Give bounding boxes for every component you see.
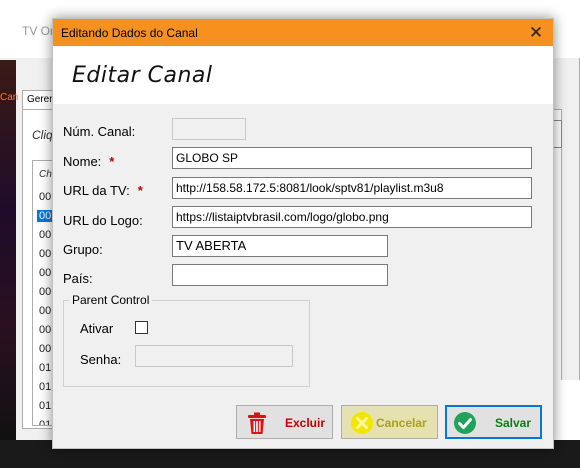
logo-url-label: URL do Logo:	[63, 213, 143, 228]
background-list-item[interactable]: 00	[39, 324, 51, 336]
background-list-item[interactable]: 01	[39, 419, 51, 425]
password-field	[135, 345, 293, 367]
cancel-button-label: Cancelar	[376, 416, 427, 430]
name-label-text: Nome:	[63, 154, 102, 169]
background-list-item[interactable]: 01	[39, 381, 51, 393]
close-icon: ✕	[528, 23, 544, 42]
group-input[interactable]: TV ABERTA	[172, 235, 388, 257]
tv-url-input[interactable]: http://158.58.172.5:8081/look/sptv81/pla…	[172, 177, 532, 199]
parent-control-legend: Parent Control	[69, 293, 153, 307]
background-list-item[interactable]: 00	[39, 305, 51, 317]
tv-url-label-text: URL da TV:	[63, 183, 130, 198]
cancel-icon	[351, 412, 373, 434]
background-list-item[interactable]: 01	[39, 400, 51, 412]
cancel-button[interactable]: Cancelar	[341, 405, 438, 439]
tv-url-label: URL da TV: *	[63, 183, 143, 198]
logo-url-input[interactable]: https://listaiptvbrasil.com/logo/globo.p…	[172, 206, 532, 228]
save-button[interactable]: Salvar	[445, 405, 542, 439]
background-hint-text: Cliq	[32, 128, 53, 142]
enable-checkbox[interactable]	[135, 321, 148, 334]
page-title: Editar Canal	[72, 63, 213, 88]
password-label: Senha:	[80, 352, 122, 367]
background-list-header: Ch	[39, 169, 52, 180]
enable-label: Ativar	[80, 321, 114, 336]
country-label: País:	[63, 271, 93, 286]
required-marker: *	[137, 183, 143, 198]
background-list-item[interactable]: 00	[39, 229, 51, 241]
background-list-item[interactable]: 00	[39, 267, 51, 279]
background-strip-text: Can	[0, 92, 19, 103]
background-list-item[interactable]: 01	[39, 362, 51, 374]
background-list-item[interactable]: 00	[39, 191, 51, 203]
close-button[interactable]: ✕	[519, 19, 553, 46]
delete-button-label: Excluir	[285, 416, 326, 430]
required-marker: *	[109, 154, 115, 169]
edit-channel-dialog: Editando Dados do Canal ✕ Editar Canal N…	[52, 18, 554, 449]
background-list-item[interactable]: 00	[39, 248, 51, 260]
country-input[interactable]	[172, 264, 388, 286]
background-list-item[interactable]: 00	[39, 286, 51, 298]
delete-button[interactable]: Excluir	[236, 405, 333, 439]
background-corner	[554, 380, 580, 440]
parent-control-group	[63, 300, 310, 387]
check-icon	[454, 412, 476, 434]
save-button-label: Salvar	[495, 416, 532, 430]
background-side-image	[0, 60, 16, 440]
name-label: Nome: *	[63, 154, 114, 169]
background-list-item[interactable]: 00	[39, 343, 51, 355]
channel-number-field	[172, 118, 246, 140]
background-list-item[interactable]: 00	[37, 210, 54, 222]
dialog-title: Editando Dados do Canal	[61, 26, 198, 40]
trash-icon	[248, 412, 266, 434]
channel-number-label: Núm. Canal:	[63, 124, 136, 139]
group-label: Grupo:	[63, 242, 103, 257]
name-input[interactable]: GLOBO SP	[172, 147, 532, 169]
